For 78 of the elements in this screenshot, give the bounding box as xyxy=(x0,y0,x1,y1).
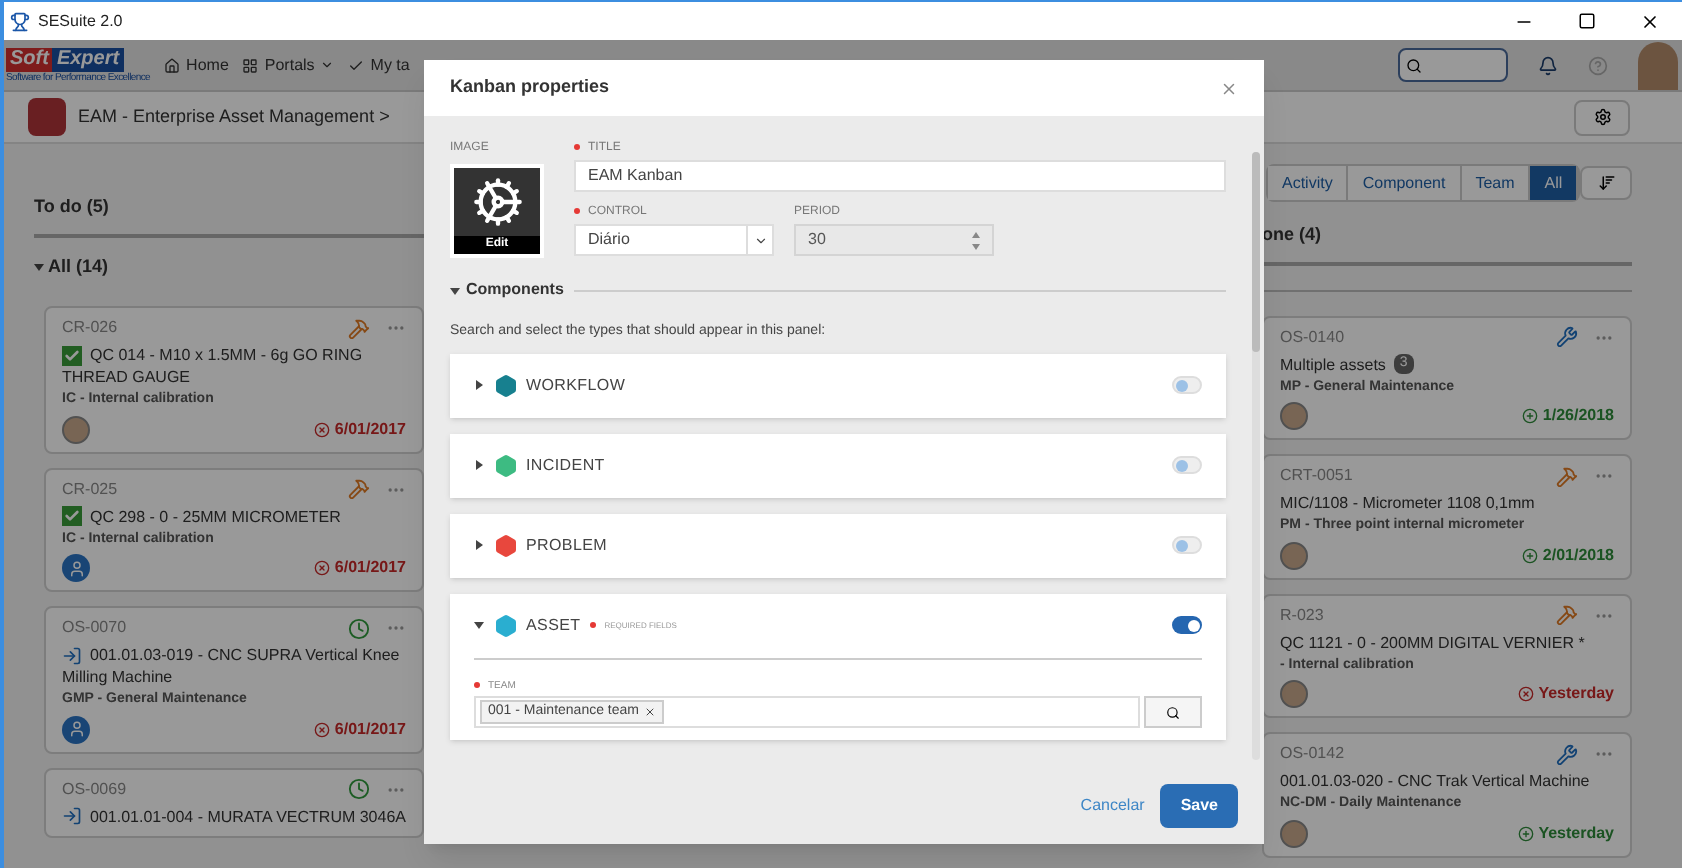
task-card[interactable]: OS-0069 001.01.01-004 - MURATA VECTRUM 3046A xyxy=(44,767,424,837)
card-code: R-023 xyxy=(1280,603,1324,627)
card-title: QC 1121 - 0 - 200MM DIGITAL VERNIER * xyxy=(1280,631,1585,653)
filter-tab[interactable]: All xyxy=(1530,166,1579,200)
card-code: CR-026 xyxy=(62,316,118,340)
card-code: CR-025 xyxy=(62,477,118,501)
check-icon xyxy=(348,57,365,73)
filter-tab[interactable]: Component xyxy=(1348,166,1462,200)
card-title: 001.01.03-019 - CNC SUPRA Vertical Knee Milling Machine xyxy=(62,644,402,688)
notification-bell-icon[interactable] xyxy=(1538,55,1558,75)
group-header[interactable]: All (14) xyxy=(34,253,424,280)
due-date: 6/01/2017 xyxy=(334,556,406,580)
component-name: ASSET xyxy=(526,613,581,637)
nav-item[interactable]: Home xyxy=(164,53,229,77)
settings-button[interactable] xyxy=(1574,99,1630,135)
card-code: OS-0070 xyxy=(62,616,127,640)
filter-tab[interactable]: Activity xyxy=(1268,166,1349,200)
maximize-icon[interactable] xyxy=(1578,12,1596,30)
toggle-switch[interactable] xyxy=(1172,616,1202,634)
expand-caret-icon[interactable] xyxy=(474,620,484,630)
card-title: 001.01.01-004 - MURATA VECTRUM 3046A xyxy=(62,805,406,827)
due-date: 1/26/2018 xyxy=(1542,404,1614,428)
expand-caret-icon[interactable] xyxy=(474,380,484,390)
title-input[interactable]: EAM Kanban xyxy=(574,160,1226,192)
cancel-link[interactable]: Cancelar xyxy=(1080,794,1145,818)
sort-button[interactable] xyxy=(1580,166,1632,200)
component-name: PROBLEM xyxy=(526,533,608,557)
component-name: WORKFLOW xyxy=(526,373,626,397)
remove-icon[interactable] xyxy=(643,706,655,718)
period-input[interactable]: 30 xyxy=(794,224,994,256)
app-icon xyxy=(10,11,30,31)
card-code: OS-0142 xyxy=(1280,742,1345,766)
toggle-switch[interactable] xyxy=(1172,376,1202,394)
close-icon[interactable] xyxy=(1640,11,1660,31)
card-code: OS-0069 xyxy=(62,777,127,801)
card-code: OS-0140 xyxy=(1280,325,1345,349)
caret-icon xyxy=(753,233,767,247)
filter-tab[interactable]: Team xyxy=(1461,166,1531,200)
due-date: 2/01/2018 xyxy=(1542,543,1614,567)
section-header[interactable]: Components xyxy=(466,278,564,302)
due-date: Yesterday xyxy=(1538,682,1614,706)
component-name: INCIDENT xyxy=(526,453,605,477)
grid-icon xyxy=(242,57,259,73)
control-select[interactable]: Diário xyxy=(574,224,774,256)
module-icon xyxy=(28,98,66,136)
due-date: 6/01/2017 xyxy=(334,417,406,441)
card-title: QC 014 - M10 x 1.5MM - 6g GO RING THREAD GAUGE xyxy=(62,344,365,388)
save-button[interactable]: Save xyxy=(1160,784,1238,828)
expand-caret-icon[interactable] xyxy=(474,540,484,550)
card-title: MIC/1108 - Micrometer 1108 0,1mm xyxy=(1280,492,1535,514)
toggle-switch[interactable] xyxy=(1172,456,1202,474)
toggle-switch[interactable] xyxy=(1172,536,1202,554)
window-title: SESuite 2.0 xyxy=(38,9,123,33)
card-title: QC 298 - 0 - 25MM MICROMETER xyxy=(62,505,341,527)
search-button[interactable] xyxy=(1144,696,1202,728)
caret-icon[interactable] xyxy=(450,285,460,295)
modal-title: Kanban properties xyxy=(450,74,610,101)
expand-caret-icon[interactable] xyxy=(474,460,484,470)
nav-item[interactable]: Portals xyxy=(242,53,335,77)
search-field[interactable] xyxy=(1398,48,1508,82)
user-avatar[interactable] xyxy=(1638,41,1678,89)
breadcrumb: EAM - Enterprise Asset Management > xyxy=(78,103,390,130)
search-icon xyxy=(1166,705,1180,719)
scrollbar[interactable] xyxy=(1252,152,1260,760)
spinner-icon[interactable] xyxy=(972,231,980,249)
card-title: Multiple assets xyxy=(1280,353,1386,375)
due-date: 6/01/2017 xyxy=(334,717,406,741)
search-icon xyxy=(1406,57,1422,73)
caret-icon[interactable] xyxy=(34,261,44,272)
nav-item[interactable]: My ta xyxy=(348,53,410,77)
settings-icon xyxy=(1593,108,1611,126)
card-code: CRT-0051 xyxy=(1280,464,1353,488)
card-title: 001.01.03-020 - CNC Trak Vertical Machine xyxy=(1280,770,1590,792)
sort-icon xyxy=(1597,174,1616,192)
home-icon xyxy=(164,57,181,73)
caret-icon xyxy=(320,58,335,72)
due-date: Yesterday xyxy=(1538,821,1614,845)
gears-icon xyxy=(471,176,523,228)
